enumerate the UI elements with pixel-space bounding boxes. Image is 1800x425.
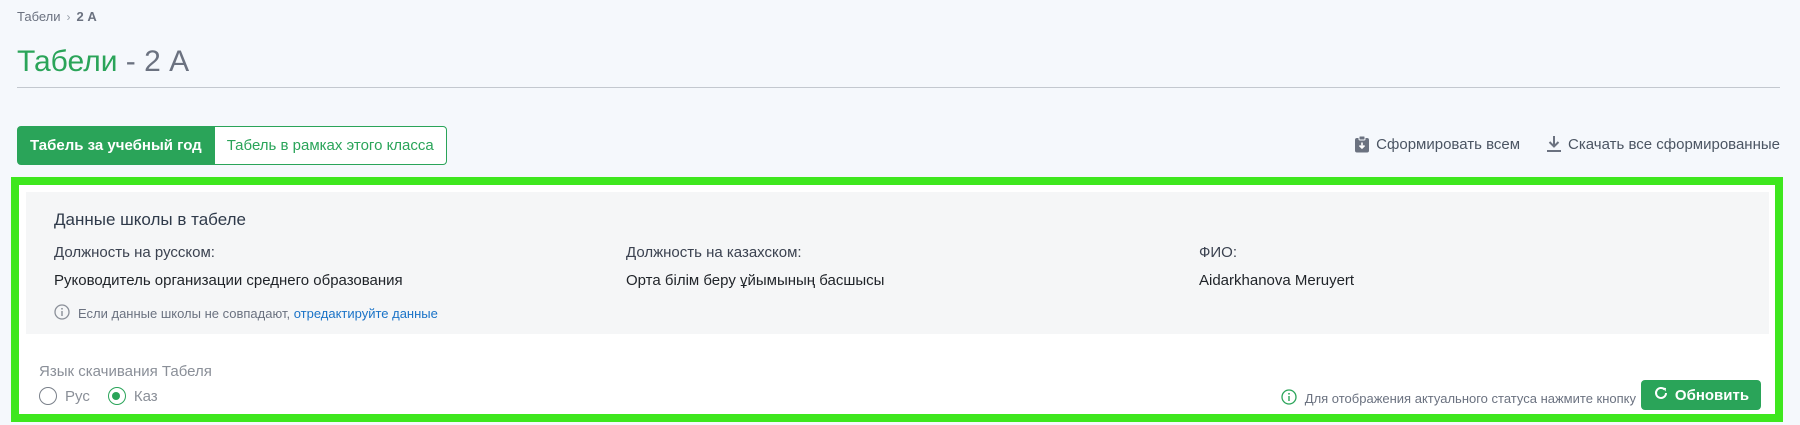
page-title-suffix: - 2 А: [117, 45, 190, 78]
school-data-box: Данные школы в табеле Должность на русск…: [26, 192, 1769, 334]
tabs: Табель за учебный год Табель в рамках эт…: [17, 126, 447, 165]
director-name-field: ФИО: Aidarkhanova Meruyert: [1199, 244, 1354, 289]
radio-circle-kz[interactable]: [107, 387, 126, 405]
director-name-value: Aidarkhanova Meruyert: [1199, 272, 1355, 289]
page-title: Табели - 2 А: [17, 45, 189, 79]
radio-circle-ru[interactable]: [39, 387, 57, 405]
download-all-button[interactable]: Скачать все сформированные: [1546, 135, 1780, 153]
position-ru-value: Руководитель организации среднего образо…: [54, 272, 403, 289]
breadcrumb: Табели › 2 А: [17, 9, 97, 24]
tab-school-year[interactable]: Табель за учебный год: [17, 126, 215, 165]
position-ru-label: Должность на русском:: [54, 244, 215, 261]
title-divider: [17, 87, 1780, 88]
download-all-label: Скачать все сформированные: [1568, 135, 1780, 153]
language-radio-ru[interactable]: Рус: [39, 387, 90, 405]
toolbar-actions: Сформировать всем Скачать все сформирова…: [1354, 135, 1780, 153]
download-icon: [1546, 135, 1562, 153]
school-data-note-text: Если данные школы не совпадают,: [78, 306, 294, 321]
report-settings-panel: Данные школы в табеле Должность на русск…: [11, 177, 1783, 422]
refresh-icon: [1653, 385, 1669, 405]
generate-all-label: Сформировать всем: [1376, 135, 1521, 153]
school-data-note: Если данные школы не совпадают, отредакт…: [54, 304, 438, 323]
download-language-radio-group: Рус Каз: [39, 387, 158, 405]
status-hint: Для отображения актуального статуса нажм…: [1281, 389, 1636, 408]
info-icon: [54, 304, 70, 323]
language-radio-ru-label: Рус: [65, 387, 90, 405]
edit-school-data-link[interactable]: отредактируйте данные: [294, 306, 438, 321]
refresh-button[interactable]: Обновить: [1641, 380, 1761, 410]
info-icon: [1281, 389, 1297, 408]
clipboard-icon: [1354, 135, 1370, 153]
director-name-label: ФИО:: [1199, 244, 1238, 261]
download-language-label: Язык скачивания Табеля: [39, 363, 212, 380]
status-hint-text: Для отображения актуального статуса нажм…: [1304, 391, 1636, 406]
tab-this-class[interactable]: Табель в рамках этого класса: [214, 126, 447, 165]
breadcrumb-current: 2 А: [76, 9, 97, 24]
breadcrumb-separator: ›: [66, 9, 71, 24]
breadcrumb-parent-link[interactable]: Табели: [17, 9, 61, 24]
page-title-main: Табели: [17, 45, 118, 78]
generate-all-button[interactable]: Сформировать всем: [1354, 135, 1520, 153]
language-radio-kz[interactable]: Каз: [107, 387, 158, 405]
school-data-title: Данные школы в табеле: [54, 210, 246, 229]
refresh-label: Обновить: [1674, 386, 1750, 404]
position-kz-value: Орта білім беру ұйымының басшысы: [626, 272, 885, 289]
language-radio-kz-label: Каз: [133, 387, 158, 405]
position-ru-field: Должность на русском: Руководитель орган…: [54, 244, 403, 289]
position-kz-label: Должность на казахском:: [626, 244, 802, 261]
position-kz-field: Должность на казахском: Орта білім беру …: [626, 244, 884, 289]
